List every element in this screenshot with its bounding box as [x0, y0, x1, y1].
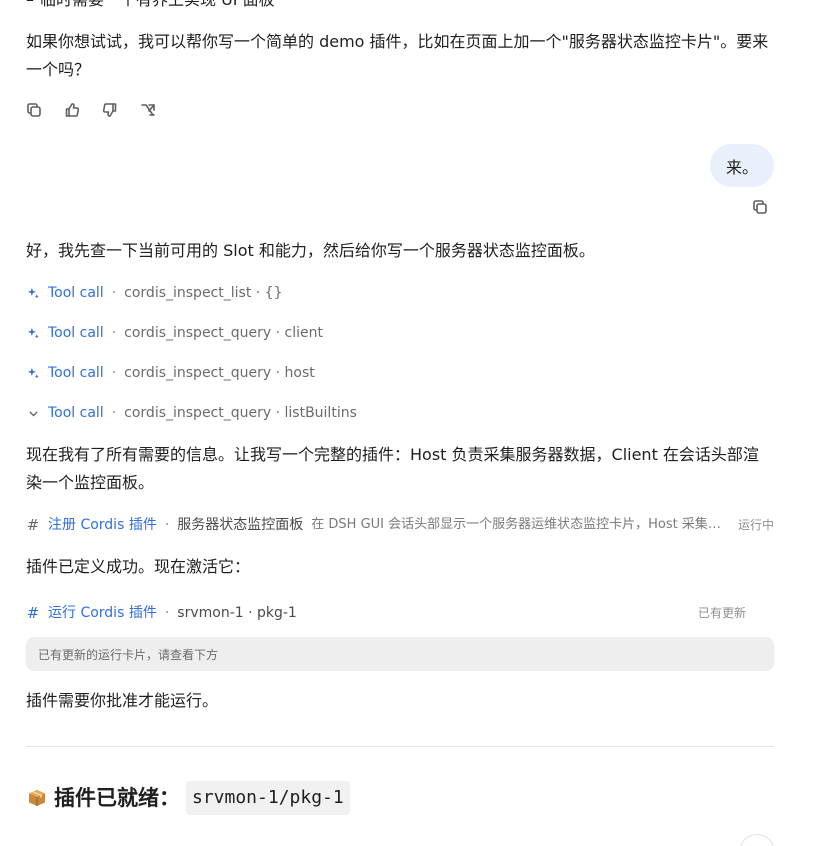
assistant-message-reply: 好，我先查一下当前可用的 Slot 和能力，然后给你写一个服务器状态监控面板。 — [26, 241, 595, 260]
separator: · — [111, 405, 117, 421]
status-badge: 已有更新 — [697, 606, 746, 620]
tool-call-row[interactable]: Tool call · cordis_inspect_query · host — [26, 363, 315, 383]
ready-heading-text: 插件已就绪： — [54, 786, 180, 810]
separator: · — [164, 517, 170, 533]
thumbs-down-icon[interactable] — [102, 102, 118, 118]
branch-icon[interactable] — [140, 102, 156, 118]
plugin-instance-name: srvmon-1 · pkg-1 — [177, 605, 297, 621]
tool-call-label: Tool call — [48, 365, 104, 381]
tool-call-detail: cordis_inspect_query · host — [124, 365, 315, 381]
assistant-plan-text: 现在我有了所有需要的信息。让我写一个完整的插件：Host 负责采集服务器数据，C… — [26, 445, 759, 492]
plugin-description: 在 DSH GUI 会话头部显示一个服务器运维状态监控卡片，Host 采集数… — [311, 517, 730, 532]
copy-icon[interactable] — [752, 199, 768, 215]
user-message-bubble: 来。 — [709, 144, 774, 187]
copy-icon[interactable] — [26, 102, 42, 118]
hash-icon: # — [26, 604, 40, 622]
tool-call-label: Tool call — [48, 285, 104, 301]
sparkle-icon — [26, 326, 40, 340]
tool-call-label: Tool call — [48, 325, 104, 341]
separator: · — [164, 605, 170, 621]
package-icon — [29, 790, 45, 806]
message-actions — [26, 102, 156, 118]
run-plugin-label: 运行 Cordis 插件 — [48, 605, 157, 621]
run-card-notice-text: 已有更新的运行卡片，请查看下方 — [38, 647, 219, 662]
assistant-approval-text: 插件需要你批准才能运行。 — [26, 691, 219, 710]
run-plugin-row[interactable]: # 运行 Cordis 插件 · srvmon-1 · pkg-1 已有更新 — [26, 603, 746, 623]
status-badge: 运行中 — [737, 518, 774, 532]
tool-call-row[interactable]: Tool call · cordis_inspect_query · clien… — [26, 323, 323, 343]
fragment-text: 临时需要一个有界上实现 UI 面板 — [40, 0, 275, 9]
sparkle-icon — [26, 286, 40, 300]
user-message-text: 来。 — [725, 157, 758, 177]
tool-call-detail: cordis_inspect_query · client — [124, 325, 323, 341]
tool-call-row-expanded[interactable]: Tool call · cordis_inspect_query · listB… — [26, 403, 357, 423]
tool-call-detail: cordis_inspect_query · listBuiltins — [124, 405, 357, 421]
register-plugin-label: 注册 Cordis 插件 — [48, 517, 157, 533]
ready-heading: 插件已就绪： srvmon-1/pkg-1 — [26, 781, 350, 815]
tool-call-row[interactable]: Tool call · cordis_inspect_list · {} — [26, 283, 282, 303]
assistant-defined-text: 插件已定义成功。现在激活它： — [26, 557, 251, 576]
plugin-name: 服务器状态监控面板 — [177, 517, 304, 533]
scroll-to-bottom-button[interactable] — [739, 834, 775, 846]
chevron-down-icon — [26, 406, 40, 420]
assistant-message-intro: 如果你想试试，我可以帮你写一个简单的 demo 插件，比如在页面上加一个"服务器… — [26, 32, 769, 79]
thumbs-up-icon[interactable] — [64, 102, 80, 118]
previous-message-fragment: –临时需要一个有界上实现 UI 面板 — [26, 0, 275, 12]
separator: · — [111, 365, 117, 381]
hash-icon: # — [26, 516, 40, 534]
run-card-notice: 已有更新的运行卡片，请查看下方 — [26, 637, 774, 671]
divider — [26, 746, 774, 747]
list-dash: – — [26, 0, 34, 12]
sparkle-icon — [26, 366, 40, 380]
separator: · — [111, 285, 117, 301]
tool-call-detail: cordis_inspect_list · {} — [124, 285, 283, 301]
separator: · — [111, 325, 117, 341]
register-plugin-row[interactable]: # 注册 Cordis 插件 · 服务器状态监控面板 在 DSH GUI 会话头… — [26, 515, 774, 535]
ready-heading-code: srvmon-1/pkg-1 — [186, 781, 350, 815]
tool-call-label: Tool call — [48, 405, 104, 421]
